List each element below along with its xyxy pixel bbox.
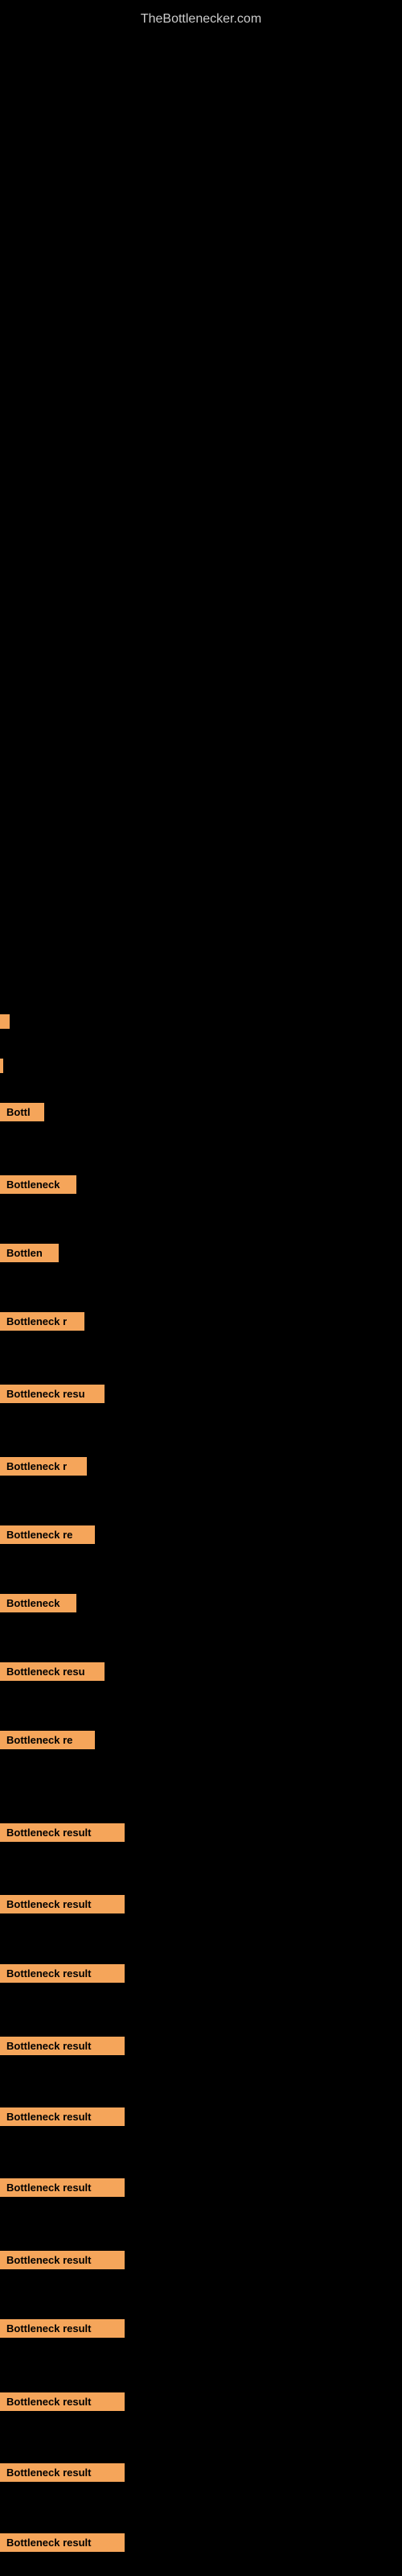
bottleneck-result-1[interactable]: Bottl bbox=[0, 1103, 44, 1121]
bottleneck-result-11[interactable]: Bottleneck result bbox=[0, 1823, 125, 1842]
bottleneck-result-14[interactable]: Bottleneck result bbox=[0, 2037, 125, 2055]
bottleneck-result-21[interactable]: Bottleneck result bbox=[0, 2533, 125, 2552]
bottleneck-result-2[interactable]: Bottleneck bbox=[0, 1175, 76, 1194]
bottleneck-result-16[interactable]: Bottleneck result bbox=[0, 2178, 125, 2197]
marker-1 bbox=[0, 1014, 10, 1029]
bottleneck-result-15[interactable]: Bottleneck result bbox=[0, 2107, 125, 2126]
bottleneck-result-8[interactable]: Bottleneck bbox=[0, 1594, 76, 1612]
bottleneck-result-5[interactable]: Bottleneck resu bbox=[0, 1385, 105, 1403]
marker-2 bbox=[0, 1059, 3, 1073]
bottleneck-result-10[interactable]: Bottleneck re bbox=[0, 1731, 95, 1749]
site-title: TheBottlenecker.com bbox=[0, 4, 402, 35]
bottleneck-result-7[interactable]: Bottleneck re bbox=[0, 1525, 95, 1544]
bottleneck-result-9[interactable]: Bottleneck resu bbox=[0, 1662, 105, 1681]
bottleneck-result-4[interactable]: Bottleneck r bbox=[0, 1312, 84, 1331]
bottleneck-result-17[interactable]: Bottleneck result bbox=[0, 2251, 125, 2269]
bottleneck-result-6[interactable]: Bottleneck r bbox=[0, 1457, 87, 1476]
bottleneck-result-19[interactable]: Bottleneck result bbox=[0, 2392, 125, 2411]
bottleneck-result-20[interactable]: Bottleneck result bbox=[0, 2463, 125, 2482]
bottleneck-result-13[interactable]: Bottleneck result bbox=[0, 1964, 125, 1983]
bottleneck-result-18[interactable]: Bottleneck result bbox=[0, 2319, 125, 2338]
bottleneck-result-12[interactable]: Bottleneck result bbox=[0, 1895, 125, 1913]
bottleneck-result-3[interactable]: Bottlen bbox=[0, 1244, 59, 1262]
